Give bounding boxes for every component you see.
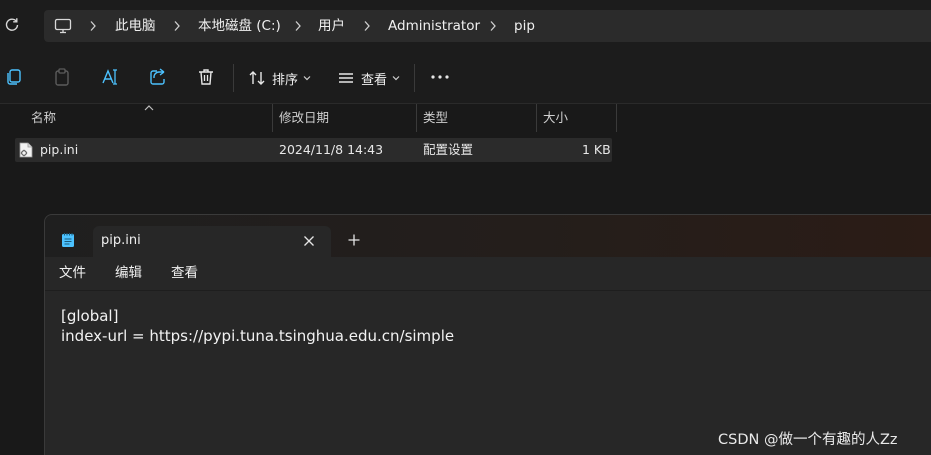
chevron-right-icon[interactable] bbox=[488, 20, 498, 32]
column-header-type[interactable]: 类型 bbox=[423, 104, 448, 132]
chevron-right-icon[interactable] bbox=[88, 20, 98, 32]
refresh-icon[interactable] bbox=[4, 16, 20, 32]
close-tab-icon[interactable] bbox=[303, 235, 315, 247]
chevron-down-icon bbox=[303, 76, 311, 81]
column-divider[interactable] bbox=[536, 104, 537, 132]
breadcrumb-this-pc[interactable]: 此电脑 bbox=[115, 10, 156, 42]
toolbar-divider bbox=[414, 64, 415, 92]
column-divider[interactable] bbox=[616, 104, 617, 132]
sort-button[interactable]: 排序 bbox=[248, 64, 311, 92]
watermark: CSDN @做一个有趣的人Zz bbox=[718, 432, 898, 448]
sort-ascending-icon bbox=[144, 105, 154, 111]
menu-view[interactable]: 查看 bbox=[171, 257, 198, 291]
notepad-app-icon bbox=[62, 233, 74, 247]
column-divider[interactable] bbox=[416, 104, 417, 132]
menu-edit[interactable]: 编辑 bbox=[115, 257, 142, 291]
new-tab-icon[interactable] bbox=[348, 234, 360, 246]
view-button[interactable]: 查看 bbox=[337, 64, 400, 92]
view-label: 查看 bbox=[361, 72, 388, 88]
toolbar-divider bbox=[233, 64, 234, 92]
file-size: 1 KB bbox=[582, 142, 611, 157]
column-divider[interactable] bbox=[272, 104, 273, 132]
text-line-2: index-url = https://pypi.tuna.tsinghua.e… bbox=[61, 327, 455, 345]
breadcrumb-users[interactable]: 用户 bbox=[318, 10, 345, 42]
chevron-right-icon[interactable] bbox=[293, 20, 303, 32]
tab-pip-ini[interactable]: pip.ini bbox=[93, 226, 331, 257]
address-bar[interactable]: 此电脑 本地磁盘 (C:) 用户 Administrator pip bbox=[44, 10, 931, 42]
this-pc-icon[interactable] bbox=[54, 17, 72, 35]
copy-icon[interactable] bbox=[4, 67, 24, 87]
chevron-right-icon[interactable] bbox=[362, 20, 372, 32]
more-options-icon[interactable] bbox=[430, 67, 450, 87]
notepad-titlebar[interactable]: pip.ini bbox=[45, 215, 931, 257]
file-type: 配置设置 bbox=[423, 142, 474, 157]
explorer-toolbar: 排序 查看 bbox=[0, 52, 931, 104]
breadcrumb-pip[interactable]: pip bbox=[514, 10, 535, 42]
file-row[interactable]: pip.ini 2024/11/8 14:43 配置设置 1 KB bbox=[15, 138, 612, 162]
chevron-down-icon bbox=[392, 76, 400, 81]
share-icon[interactable] bbox=[148, 67, 168, 87]
tab-title: pip.ini bbox=[101, 233, 141, 248]
column-header-modified[interactable]: 修改日期 bbox=[279, 104, 329, 132]
text-line-1: [global] bbox=[61, 307, 119, 325]
rename-icon[interactable] bbox=[100, 67, 120, 87]
sort-icon bbox=[249, 71, 265, 85]
explorer-address-strip: 此电脑 本地磁盘 (C:) 用户 Administrator pip bbox=[0, 0, 931, 52]
column-header-size[interactable]: 大小 bbox=[543, 104, 568, 132]
breadcrumb-local-disk[interactable]: 本地磁盘 (C:) bbox=[198, 10, 281, 42]
column-header-name[interactable]: 名称 bbox=[31, 104, 56, 132]
notepad-window: pip.ini 文件 编辑 查看 [global] index-url = ht… bbox=[44, 214, 931, 455]
config-file-icon bbox=[19, 142, 33, 158]
notepad-menubar: 文件 编辑 查看 bbox=[45, 257, 931, 291]
file-name: pip.ini bbox=[40, 142, 79, 157]
view-icon bbox=[339, 73, 353, 83]
file-modified-date: 2024/11/8 14:43 bbox=[279, 142, 384, 157]
menu-file[interactable]: 文件 bbox=[59, 257, 86, 291]
chevron-right-icon[interactable] bbox=[172, 20, 182, 32]
paste-icon[interactable] bbox=[52, 67, 72, 87]
sort-label: 排序 bbox=[272, 72, 299, 88]
delete-icon[interactable] bbox=[196, 67, 216, 87]
breadcrumb-administrator[interactable]: Administrator bbox=[388, 10, 480, 42]
